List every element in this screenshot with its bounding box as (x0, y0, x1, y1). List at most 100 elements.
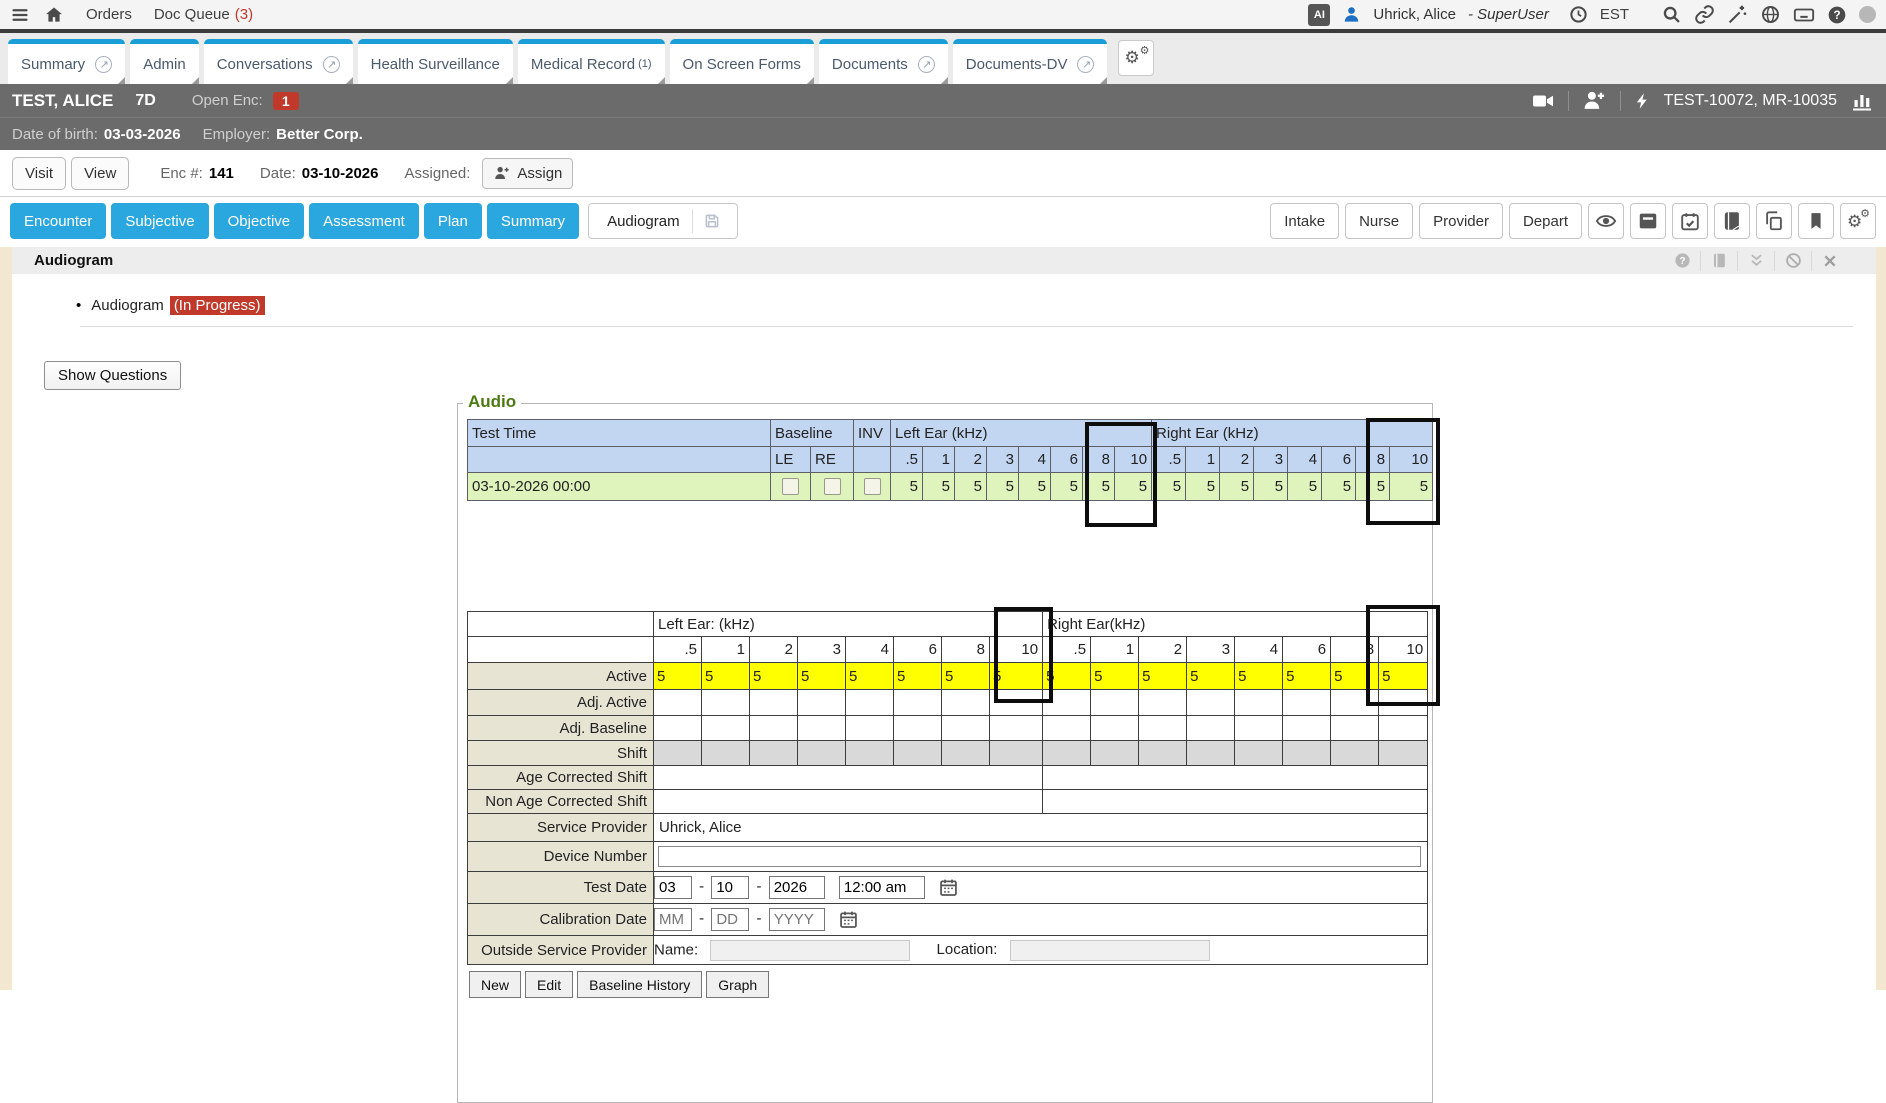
osp-name-input[interactable] (710, 940, 910, 961)
tab-on-screen-forms[interactable]: On Screen Forms (670, 39, 814, 84)
active-value-cell[interactable]: 5 (1139, 663, 1187, 690)
adj-active-cell (1187, 690, 1235, 716)
wand-icon[interactable] (1727, 4, 1748, 25)
bookmark-icon[interactable] (1798, 203, 1834, 239)
device-number-row: Device Number (468, 842, 1428, 872)
hamburger-menu-icon[interactable] (10, 5, 30, 25)
audiogram-link[interactable]: Audiogram (91, 297, 164, 314)
section-collapse-icon[interactable] (1737, 251, 1774, 271)
calibration-day-input[interactable] (711, 908, 749, 931)
audiogram-form-tab[interactable]: Audiogram (588, 203, 738, 239)
calibration-month-input[interactable] (654, 908, 692, 931)
active-value-cell[interactable]: 5 (654, 663, 702, 690)
active-value-cell[interactable]: 5 (1187, 663, 1235, 690)
settings-gears-icon[interactable]: ⚙ ⚙ (1840, 203, 1876, 239)
active-value-cell[interactable]: 5 (702, 663, 750, 690)
ai-badge[interactable]: AI (1308, 4, 1330, 26)
nav-summary-button[interactable]: Summary (487, 203, 579, 239)
visit-button[interactable]: Visit (12, 157, 66, 190)
active-value-cell[interactable]: 5 (750, 663, 798, 690)
archive-box-icon[interactable] (1630, 203, 1666, 239)
adj-active-cell (1235, 690, 1283, 716)
save-icon[interactable] (693, 212, 731, 230)
view-button[interactable]: View (71, 157, 129, 190)
new-button[interactable]: New (469, 971, 521, 998)
tab-settings-gear-icon[interactable]: ⚙ ⚙ (1118, 40, 1154, 76)
nav-assessment-button[interactable]: Assessment (309, 203, 419, 239)
tab-conversations[interactable]: Conversations ↗ (204, 39, 353, 84)
nav-subjective-button[interactable]: Subjective (111, 203, 208, 239)
nav-plan-button[interactable]: Plan (424, 203, 482, 239)
service-provider-row: Service Provider Uhrick, Alice (468, 814, 1428, 842)
summary-data-row[interactable]: 03-10-2026 00:00 55555555 55555555 (468, 473, 1433, 501)
active-value-cell[interactable]: 5 (1283, 663, 1331, 690)
baseline-le-checkbox[interactable] (782, 478, 799, 495)
section-disable-icon[interactable] (1774, 251, 1811, 271)
video-camera-icon[interactable] (1531, 89, 1555, 113)
test-date-day-input[interactable] (711, 876, 749, 899)
assign-button[interactable]: Assign (482, 158, 573, 189)
osp-location-input[interactable] (1010, 940, 1210, 961)
nav-objective-button[interactable]: Objective (214, 203, 305, 239)
device-number-cell (654, 842, 1428, 872)
edit-button[interactable]: Edit (525, 971, 573, 998)
tab-admin[interactable]: Admin (130, 39, 199, 84)
keyboard-icon[interactable] (1793, 4, 1815, 26)
orders-menu-item[interactable]: Orders (86, 6, 132, 23)
calendar-check-icon[interactable] (1672, 203, 1708, 239)
calibration-date-calendar-icon[interactable] (838, 909, 859, 930)
test-time-input[interactable] (839, 876, 925, 899)
active-value-cell[interactable]: 5 (1235, 663, 1283, 690)
summary-header-row-1: Test Time Baseline INV Left Ear (kHz) Ri… (468, 420, 1433, 447)
lightning-bolt-icon[interactable] (1634, 90, 1651, 112)
non-age-corrected-left-cell (654, 790, 1043, 814)
section-help-icon[interactable]: ? (1664, 251, 1700, 271)
non-age-corrected-shift-row: Non Age Corrected Shift (468, 790, 1428, 814)
doc-queue-menu-item[interactable]: Doc Queue (3) (154, 6, 253, 23)
baseline-re-checkbox[interactable] (824, 478, 841, 495)
book-icon[interactable] (1714, 203, 1750, 239)
test-date-calendar-icon[interactable] (938, 877, 959, 898)
test-date-year-input[interactable] (769, 876, 825, 899)
calibration-year-input[interactable] (769, 908, 825, 931)
inv-checkbox[interactable] (864, 478, 881, 495)
provider-button[interactable]: Provider (1419, 203, 1503, 239)
show-questions-button[interactable]: Show Questions (44, 361, 181, 390)
eye-icon[interactable] (1588, 203, 1624, 239)
active-value-cell[interactable]: 5 (846, 663, 894, 690)
add-person-icon[interactable] (1582, 88, 1607, 113)
depart-button[interactable]: Depart (1509, 203, 1582, 239)
test-date-month-input[interactable] (654, 876, 692, 899)
right-edge-strip (1876, 247, 1886, 990)
graph-button[interactable]: Graph (706, 971, 769, 998)
section-book-icon[interactable] (1700, 251, 1737, 271)
active-value-cell[interactable]: 5 (894, 663, 942, 690)
nurse-button[interactable]: Nurse (1345, 203, 1413, 239)
open-enc-count-badge[interactable]: 1 (273, 92, 299, 110)
search-icon[interactable] (1661, 4, 1682, 25)
device-number-input[interactable] (658, 846, 1421, 867)
active-value-cell[interactable]: 5 (798, 663, 846, 690)
home-icon[interactable] (44, 5, 64, 25)
help-icon[interactable]: ? (1827, 5, 1847, 25)
tab-documents[interactable]: Documents ↗ (819, 39, 948, 84)
svg-text:?: ? (1833, 9, 1840, 22)
chart-icon[interactable] (1850, 89, 1874, 113)
left-ear-value-cell: 5 (891, 473, 923, 501)
shift-row: Shift (468, 741, 1428, 766)
tab-medical-record[interactable]: Medical Record (1) (518, 39, 665, 84)
section-close-icon[interactable] (1811, 251, 1848, 271)
active-value-cell[interactable]: 5 (942, 663, 990, 690)
globe-icon[interactable] (1760, 4, 1781, 25)
tab-summary[interactable]: Summary ↗ (8, 39, 125, 84)
copy-icon[interactable] (1756, 203, 1792, 239)
tab-documents-dv[interactable]: Documents-DV ↗ (953, 39, 1108, 84)
nav-encounter-button[interactable]: Encounter (10, 203, 106, 239)
baseline-history-button[interactable]: Baseline History (577, 971, 702, 998)
tab-health-surveillance[interactable]: Health Surveillance (358, 39, 513, 84)
intake-button[interactable]: Intake (1270, 203, 1339, 239)
patient-header-bar: TEST, ALICE 7D Open Enc: 1 TEST-10072, M… (0, 84, 1886, 117)
divider (80, 326, 1853, 327)
active-value-cell[interactable]: 5 (1091, 663, 1139, 690)
link-icon[interactable] (1694, 4, 1715, 25)
